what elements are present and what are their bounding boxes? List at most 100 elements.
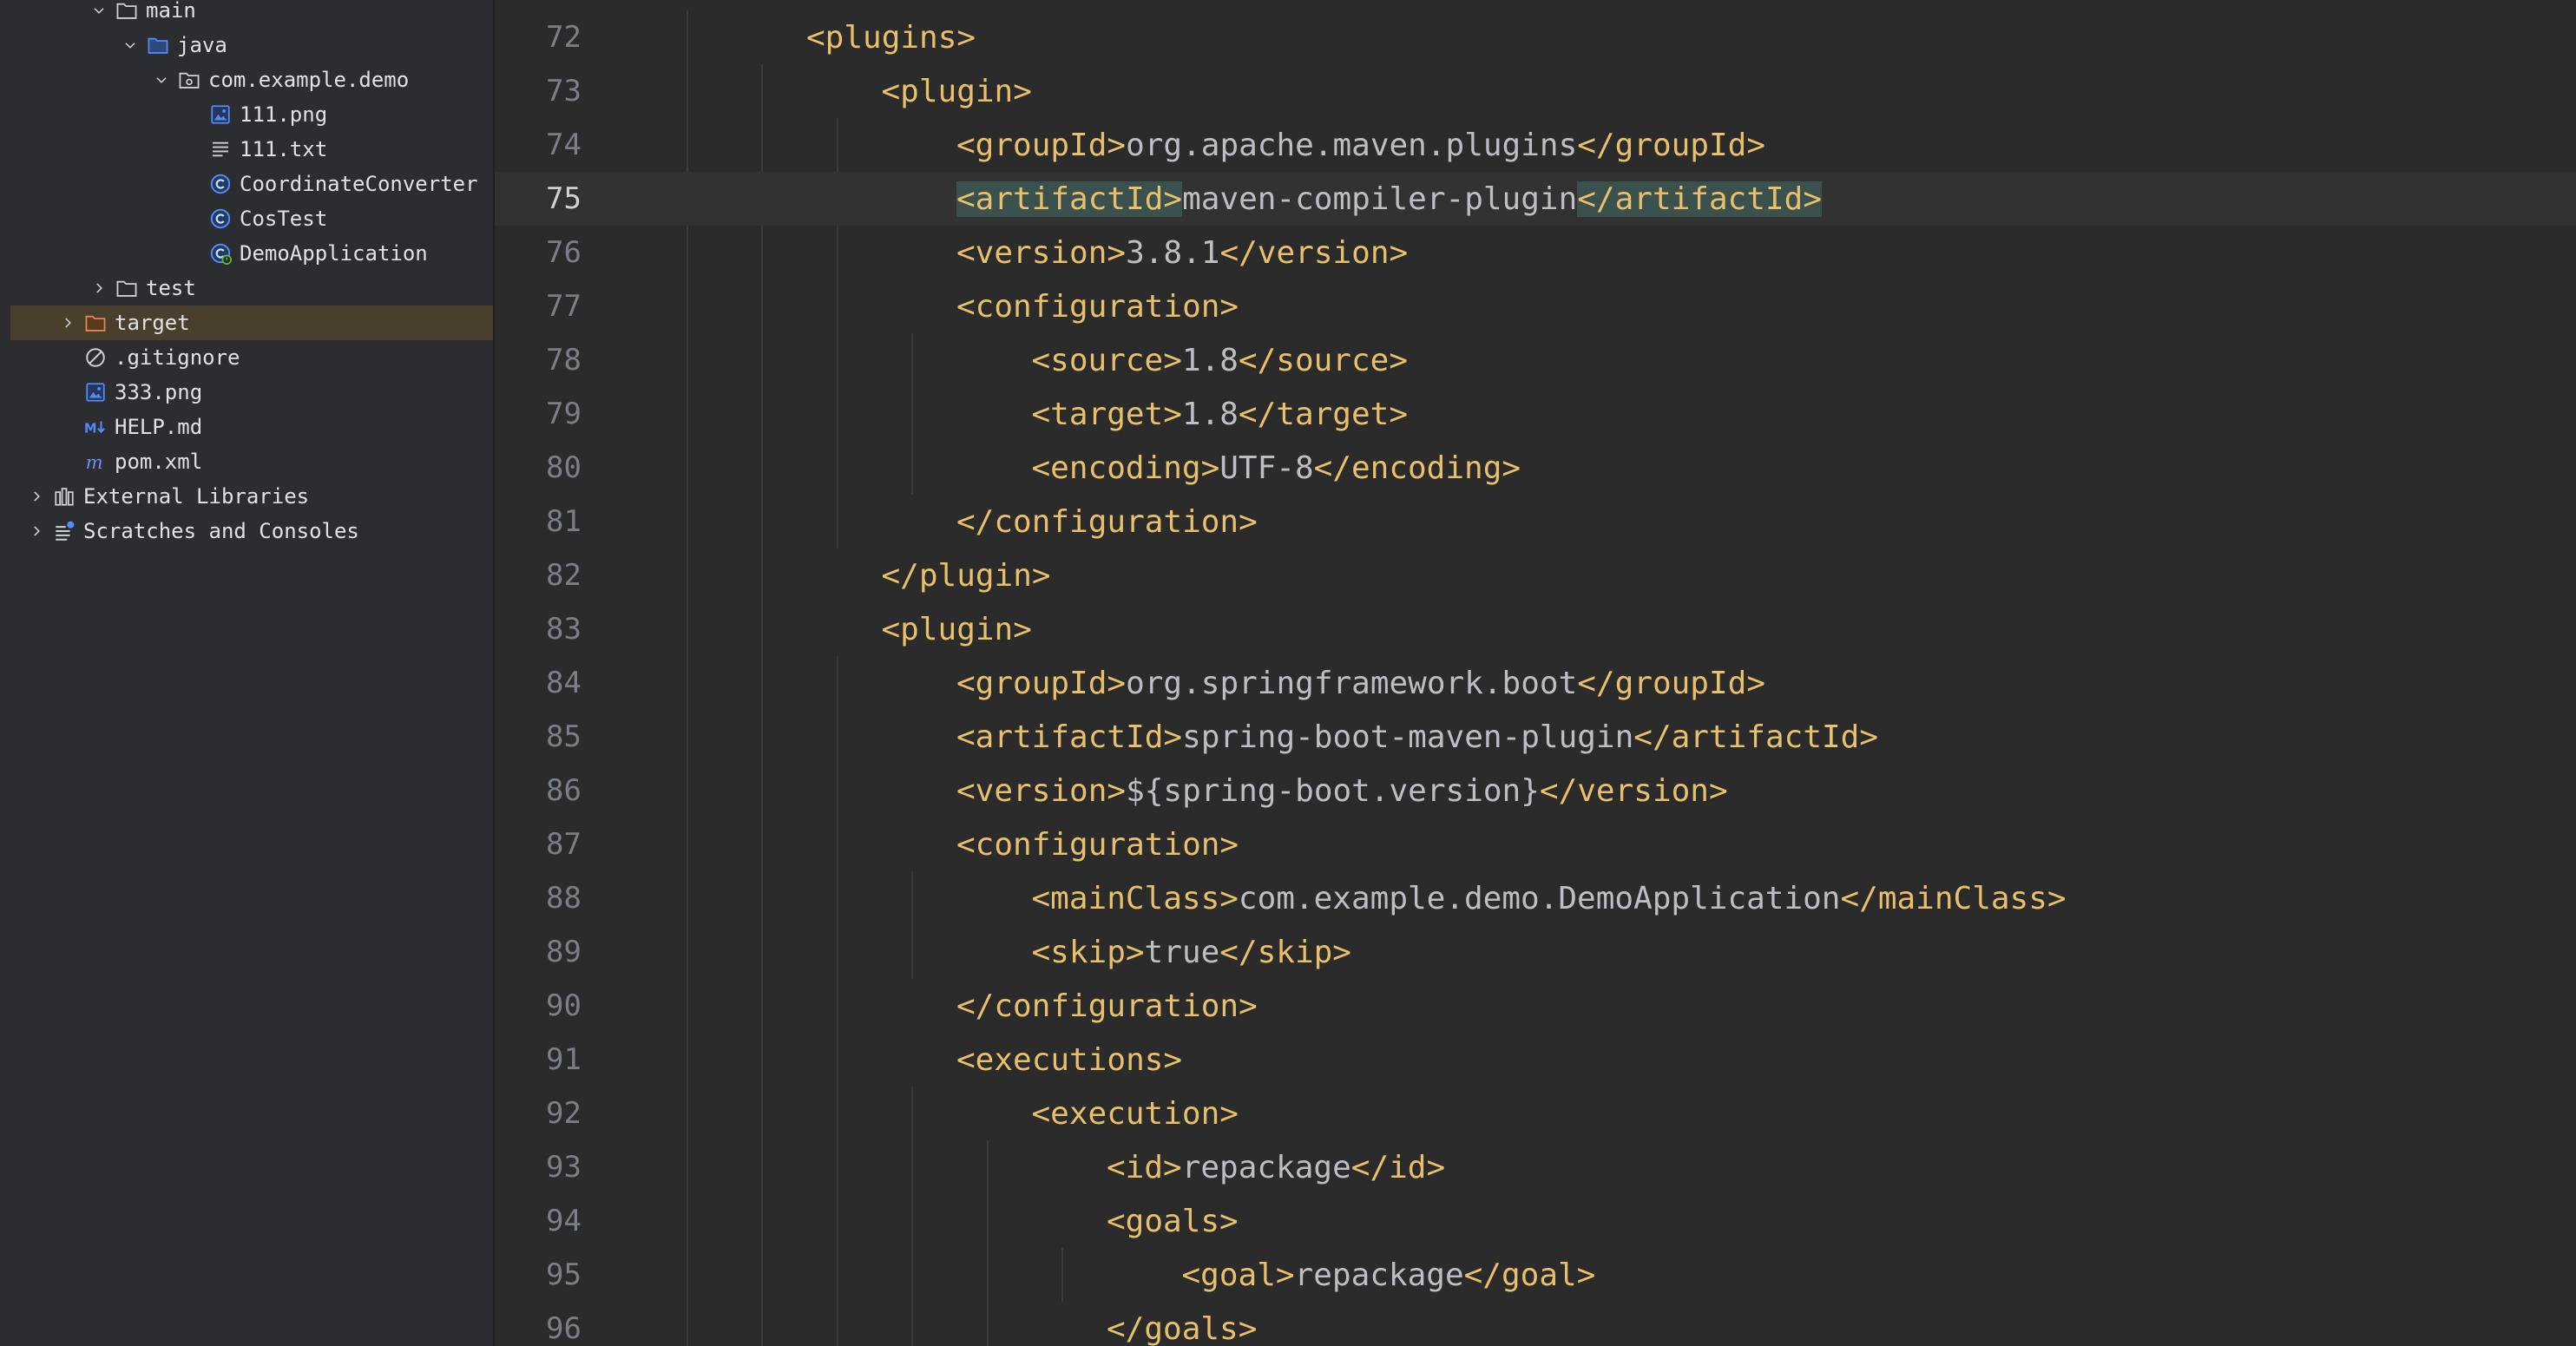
xml-tag: <executions> — [956, 1041, 1183, 1078]
code-line[interactable]: 85 <artifactId>spring-boot-maven-plugin</… — [495, 710, 2576, 764]
line-number: 86 — [546, 773, 582, 808]
code-line[interactable]: 87 <configuration> — [495, 817, 2576, 871]
code-content: </plugin> — [882, 558, 1051, 594]
xml-tag: </plugin> — [881, 557, 1051, 594]
chevron-down-icon[interactable] — [120, 35, 141, 56]
xml-tag: <groupId> — [956, 127, 1127, 163]
xml-tag: <id> — [1107, 1149, 1182, 1185]
tree-item-costest[interactable]: CosTest — [10, 201, 493, 236]
tree-item-coordinateconverter[interactable]: CoordinateConverter — [10, 167, 493, 201]
code-content: <artifactId>maven-compiler-plugin</artif… — [956, 181, 1823, 217]
xml-text: repackage — [1181, 1149, 1351, 1185]
code-content: </configuration> — [956, 504, 1258, 540]
xml-tag: <mainClass> — [1031, 880, 1239, 916]
code-line[interactable]: 81 </configuration> — [495, 495, 2576, 548]
xml-tag: </groupId> — [1577, 665, 1765, 701]
code-editor[interactable]: 72 <plugins> 73 <plugin> 74 <groupId>org.apac… — [495, 0, 2576, 1346]
code-line[interactable]: 84 <groupId>org.springframework.boot</gro… — [495, 656, 2576, 710]
tree-item-333-png[interactable]: 333.png — [10, 375, 493, 410]
xml-tag: <plugin> — [881, 73, 1032, 109]
chevron-right-icon[interactable] — [26, 486, 47, 507]
tree-item-pom-xml[interactable]: m pom.xml — [10, 444, 493, 479]
xml-tag: <configuration> — [956, 288, 1239, 325]
code-line[interactable]: 83 <plugin> — [495, 602, 2576, 656]
matched-tag-highlight: <artifactId> — [956, 181, 1183, 217]
line-number: 96 — [546, 1311, 582, 1346]
tree-item-com-example-demo[interactable]: com.example.demo — [10, 62, 493, 97]
xml-tag: </goal> — [1463, 1257, 1596, 1293]
code-line[interactable]: 72 <plugins> — [495, 10, 2576, 64]
code-line[interactable]: 76 <version>3.8.1</version> — [495, 226, 2576, 279]
xml-text: 3.8.1 — [1126, 234, 1220, 271]
code-line[interactable]: 92 <execution> — [495, 1087, 2576, 1140]
tree-item-demoapplication[interactable]: DemoApplication — [10, 236, 493, 271]
code-line[interactable]: 80 <encoding>UTF-8</encoding> — [495, 441, 2576, 495]
spring-boot-class-icon — [208, 241, 233, 266]
xml-text: org.apache.maven.plugins — [1126, 127, 1578, 163]
project-tree: main java com.example.demo 111.png 111.txt Co… — [0, 0, 495, 1346]
tree-item-external-libraries[interactable]: External Libraries — [10, 479, 493, 514]
code-line[interactable]: 95 <goal>repackage</goal> — [495, 1248, 2576, 1302]
tree-item-main[interactable]: main — [10, 0, 493, 28]
code-line[interactable]: 90 </configuration> — [495, 979, 2576, 1033]
tree-item-help-md[interactable]: M HELP.md — [10, 410, 493, 444]
chevron-down-icon[interactable] — [151, 69, 172, 90]
code-content: <groupId>org.apache.maven.plugins</group… — [956, 128, 1765, 163]
tree-item-java[interactable]: java — [10, 28, 493, 62]
code-line[interactable]: 79 <target>1.8</target> — [495, 387, 2576, 441]
xml-tag: </skip> — [1219, 934, 1351, 970]
line-number: 87 — [546, 827, 582, 862]
code-line[interactable]: 86 <version>${spring-boot.version}</versi… — [495, 764, 2576, 817]
line-number: 72 — [546, 20, 582, 55]
code-line[interactable]: 73 <plugin> — [495, 64, 2576, 118]
chevron-right-icon[interactable] — [57, 312, 78, 333]
xml-tag: </id> — [1350, 1149, 1446, 1185]
folder-icon — [115, 0, 139, 23]
markdown-file-icon: M — [83, 415, 108, 439]
tree-item-label: main — [146, 0, 196, 23]
line-number: 80 — [546, 450, 582, 485]
code-content: <version>${spring-boot.version}</version… — [956, 773, 1728, 809]
code-line[interactable]: 96 </goals> — [495, 1302, 2576, 1346]
code-line[interactable]: 82 </plugin> — [495, 548, 2576, 602]
code-line[interactable]: 78 <source>1.8</source> — [495, 333, 2576, 387]
tree-item-111-txt[interactable]: 111.txt — [10, 132, 493, 167]
tree-item-label: com.example.demo — [208, 68, 410, 92]
chevron-right-icon[interactable] — [89, 278, 109, 299]
xml-text: repackage — [1294, 1257, 1464, 1293]
line-number: 79 — [546, 397, 582, 431]
xml-tag: </version> — [1219, 234, 1409, 271]
xml-tag: <artifactId> — [956, 719, 1183, 755]
code-line[interactable]: 89 <skip>true</skip> — [495, 925, 2576, 979]
code-line[interactable]: 74 <groupId>org.apache.maven.plugins</gro… — [495, 118, 2576, 172]
tree-item-111-png[interactable]: 111.png — [10, 97, 493, 132]
code-content: <goals> — [1107, 1204, 1239, 1239]
tree-item-test[interactable]: test — [10, 271, 493, 305]
chevron-right-icon[interactable] — [26, 521, 47, 542]
code-line[interactable]: 91 <executions> — [495, 1033, 2576, 1087]
tree-item-label: 333.png — [115, 380, 203, 404]
source-folder-icon — [146, 33, 170, 57]
text-file-icon — [208, 137, 233, 161]
line-number: 82 — [546, 558, 582, 593]
java-class-icon — [208, 172, 233, 196]
code-content: <goal>repackage</goal> — [1182, 1257, 1596, 1293]
image-file-icon — [83, 380, 108, 404]
tree-item-target[interactable]: target — [10, 305, 493, 340]
svg-text:m: m — [86, 451, 103, 473]
code-content: <groupId>org.springframework.boot</group… — [956, 666, 1765, 701]
code-line[interactable]: 88 <mainClass>com.example.demo.DemoApplic… — [495, 871, 2576, 925]
code-content: <target>1.8</target> — [1032, 397, 1409, 432]
xml-tag: <plugin> — [881, 611, 1032, 647]
xml-tag: <target> — [1031, 396, 1182, 432]
code-line[interactable]: 94 <goals> — [495, 1194, 2576, 1248]
tree-item-scratches-and-consoles[interactable]: Scratches and Consoles — [10, 514, 493, 548]
code-line[interactable]: 77 <configuration> — [495, 279, 2576, 333]
line-number: 95 — [546, 1257, 582, 1292]
chevron-down-icon[interactable] — [89, 0, 109, 21]
tree-item-label: java — [177, 33, 227, 57]
package-icon — [177, 68, 201, 92]
code-line[interactable]: 93 <id>repackage</id> — [495, 1140, 2576, 1194]
tree-item-gitignore[interactable]: .gitignore — [10, 340, 493, 375]
code-line[interactable]: 75 <artifactId>maven-compiler-plugin</art… — [495, 172, 2576, 226]
